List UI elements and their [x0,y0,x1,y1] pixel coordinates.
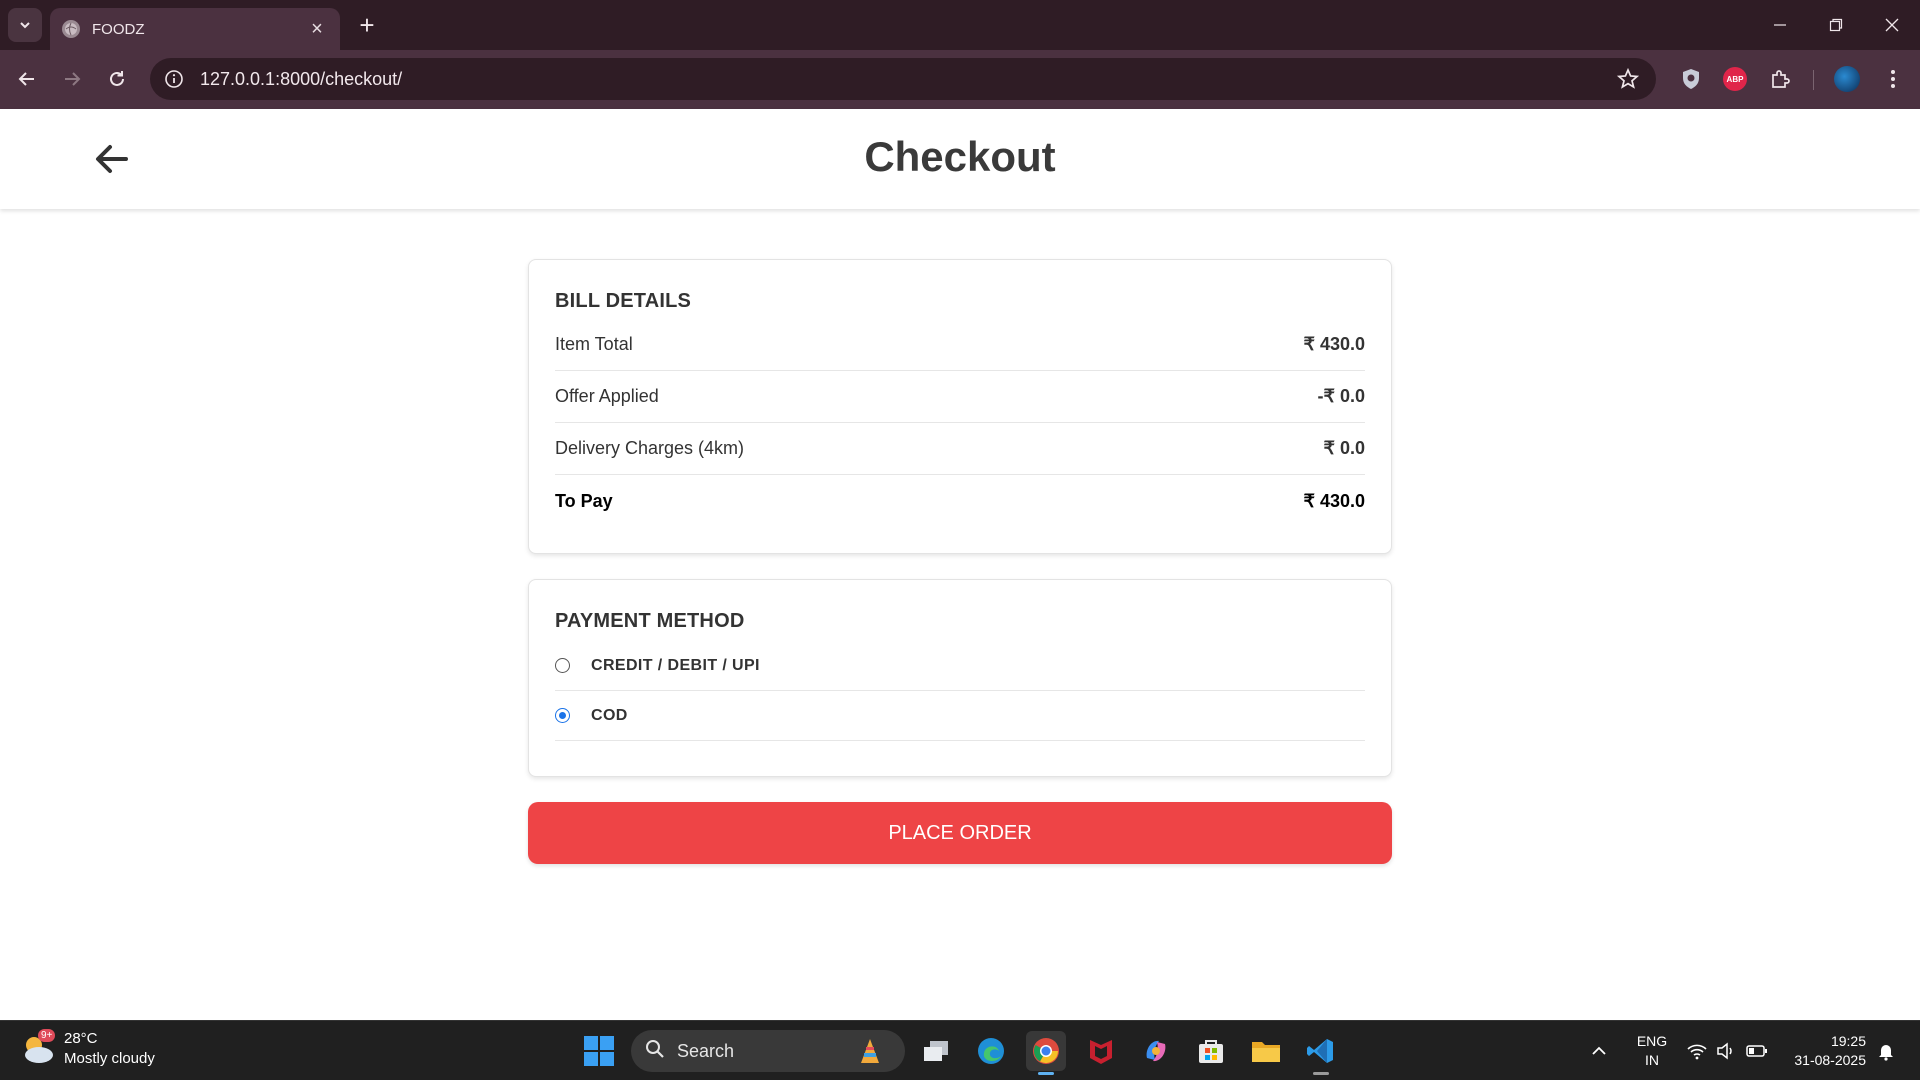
wifi-icon[interactable] [1686,1021,1708,1080]
mcafee-icon[interactable] [1081,1031,1121,1071]
payment-option-card[interactable]: CREDIT / DEBIT / UPI [555,641,1365,691]
extensions-icon[interactable] [1765,64,1795,94]
weather-badge: 9+ [38,1029,56,1042]
info-icon[interactable] [164,69,184,89]
volume-icon[interactable] [1716,1021,1736,1080]
forward-icon[interactable] [55,62,89,96]
bill-row-amount: ₹ 430.0 [1303,490,1366,511]
bill-row-amount: ₹ 0.0 [1323,438,1365,458]
windows-start-icon[interactable] [584,1036,614,1066]
show-hidden-icons[interactable] [1590,1021,1608,1080]
browser-toolbar: 127.0.0.1:8000/checkout/ ABP [0,50,1920,109]
browser-tab-bar: FOODZ × + [0,0,1920,50]
globe-icon [62,20,80,38]
radio-button[interactable] [555,708,570,723]
system-clock[interactable]: 19:25 31-08-2025 [1780,1032,1866,1070]
url-text[interactable]: 127.0.0.1:8000/checkout/ [200,69,402,90]
bill-row-amount: ₹ 430.0 [1303,334,1366,354]
star-icon[interactable] [1616,67,1640,91]
file-explorer-icon[interactable] [1246,1031,1286,1071]
radio-button[interactable] [555,658,570,673]
tab-search-icon[interactable] [8,8,42,42]
payment-option-cod[interactable]: COD [555,691,1365,741]
copilot-icon[interactable] [1136,1031,1176,1071]
payment-method-heading: PAYMENT METHOD [555,610,745,632]
payment-option-label: CREDIT / DEBIT / UPI [591,656,760,674]
store-icon[interactable] [1191,1031,1231,1071]
toolbar-divider [1813,70,1814,90]
shield-icon[interactable] [1676,64,1706,94]
browser-tab[interactable]: FOODZ × [50,8,340,50]
bill-row-offer: Offer Applied -₹ 0.0 [555,371,1365,423]
bill-row-item-total: Item Total ₹ 430.0 [555,319,1365,371]
weather-temp: 28°C [64,1030,98,1047]
chrome-icon[interactable] [1026,1031,1066,1075]
bill-rows: Item Total ₹ 430.0 Offer Applied -₹ 0.0 … [555,319,1365,527]
lang-line2: IN [1645,1052,1659,1068]
bill-row-label: Delivery Charges (4km) [555,438,745,458]
restore-icon[interactable] [1808,0,1864,50]
language-indicator[interactable]: ENG IN [1632,1032,1672,1070]
profile-avatar[interactable] [1832,64,1862,94]
search-highlight-icon [857,1037,883,1065]
close-icon[interactable]: × [306,18,328,41]
taskbar-search[interactable]: Search [631,1030,905,1072]
minimize-icon[interactable] [1752,0,1808,50]
battery-icon[interactable] [1746,1021,1768,1080]
back-icon[interactable] [10,62,44,96]
page-header: Checkout [0,109,1920,209]
taskbar: 9+ 28°C Mostly cloudy Search ENG IN 19:2… [0,1020,1920,1080]
abp-icon[interactable]: ABP [1720,64,1750,94]
bill-row-delivery: Delivery Charges (4km) ₹ 0.0 [555,423,1365,475]
notification-bell-icon[interactable] [1876,1021,1896,1080]
payment-method-card: PAYMENT METHOD CREDIT / DEBIT / UPI COD [528,579,1392,777]
address-bar[interactable]: 127.0.0.1:8000/checkout/ [150,58,1656,100]
cloudy-weather-icon: 9+ [20,1029,56,1067]
window-controls [1752,0,1920,50]
bill-row-to-pay: To Pay ₹ 430.0 [555,475,1365,527]
place-order-button[interactable]: PLACE ORDER [528,802,1392,864]
plus-icon[interactable]: + [352,10,382,40]
edge-icon[interactable] [971,1031,1011,1071]
vscode-icon[interactable] [1301,1031,1341,1075]
weather-desc: Mostly cloudy [64,1050,155,1067]
weather-widget[interactable]: 9+ 28°C Mostly cloudy [20,1029,155,1069]
search-label: Search [677,1040,735,1061]
task-view-icon[interactable] [916,1031,956,1071]
abp-label: ABP [1723,67,1747,91]
bill-row-label: To Pay [555,490,613,511]
bill-row-amount: -₹ 0.0 [1317,386,1365,406]
search-icon [645,1039,665,1064]
reload-icon[interactable] [100,62,134,96]
bill-details-heading: BILL DETAILS [555,290,692,312]
payment-option-label: COD [591,706,628,724]
bill-row-label: Offer Applied [555,386,659,406]
clock-date: 31-08-2025 [1794,1052,1866,1068]
window-close-icon[interactable] [1864,0,1920,50]
tab-title: FOODZ [92,20,145,38]
payment-options: CREDIT / DEBIT / UPI COD [555,641,1365,741]
bill-row-label: Item Total [555,334,633,354]
clock-time: 19:25 [1830,1033,1866,1049]
page-title: Checkout [864,133,1056,180]
bill-details-card: BILL DETAILS Item Total ₹ 430.0 Offer Ap… [528,259,1392,554]
more-icon[interactable] [1878,64,1908,94]
lang-line1: ENG [1636,1033,1668,1049]
